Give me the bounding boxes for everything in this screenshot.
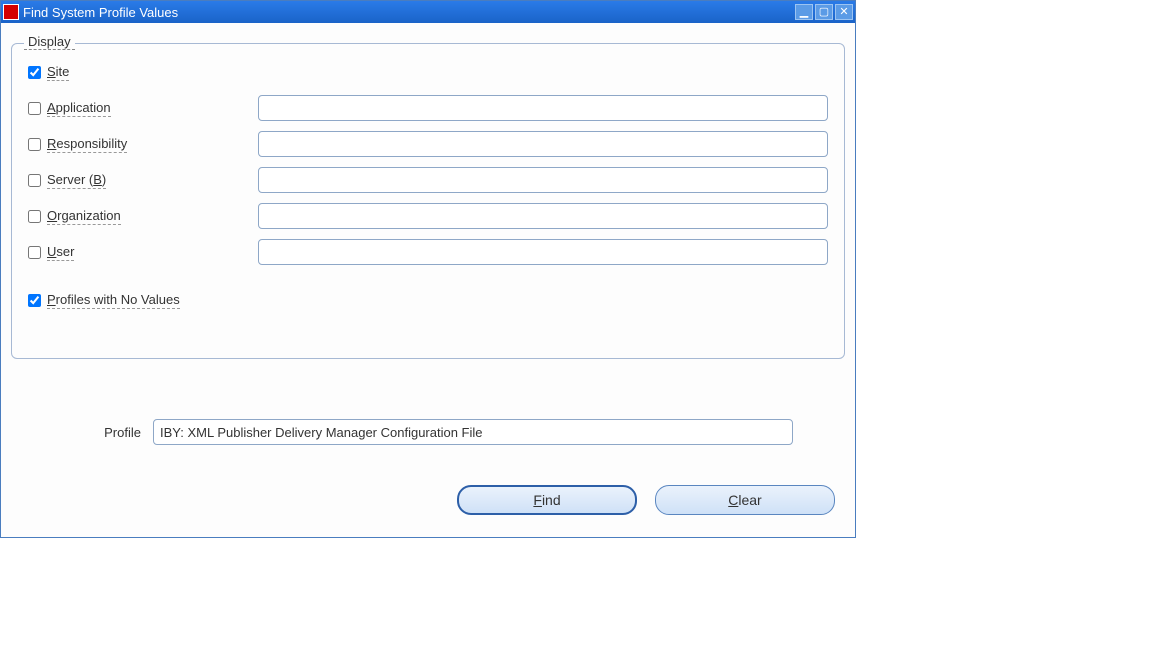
user-checkbox[interactable] (28, 246, 41, 259)
application-row: Application (28, 90, 828, 126)
display-legend: Display (24, 34, 75, 50)
application-checkbox[interactable] (28, 102, 41, 115)
clear-button[interactable]: Clear (655, 485, 835, 515)
window-title: Find System Profile Values (23, 5, 795, 20)
window-body: Display Site Application Responsibility (1, 23, 855, 537)
organization-row: Organization (28, 198, 828, 234)
user-input[interactable] (258, 239, 828, 265)
server-checkbox[interactable] (28, 174, 41, 187)
application-label: Application (47, 100, 111, 117)
site-row: Site (28, 54, 828, 90)
site-checkbox[interactable] (28, 66, 41, 79)
profiles-no-values-checkbox[interactable] (28, 294, 41, 307)
maximize-button[interactable]: ▢ (815, 4, 833, 20)
server-label: Server (B) (47, 172, 106, 189)
minimize-button[interactable]: ▁ (795, 4, 813, 20)
profiles-no-values-label: Profiles with No Values (47, 292, 180, 309)
display-group: Display Site Application Responsibility (11, 43, 845, 359)
responsibility-label: Responsibility (47, 136, 127, 153)
button-row: Find Clear (11, 485, 835, 515)
server-row: Server (B) (28, 162, 828, 198)
responsibility-row: Responsibility (28, 126, 828, 162)
profile-row: Profile (81, 419, 845, 445)
close-button[interactable]: ✕ (835, 4, 853, 20)
responsibility-checkbox[interactable] (28, 138, 41, 151)
titlebar: Find System Profile Values ▁ ▢ ✕ (1, 1, 855, 23)
site-label: Site (47, 64, 69, 81)
server-input[interactable] (258, 167, 828, 193)
user-row: User (28, 234, 828, 270)
window-controls: ▁ ▢ ✕ (795, 4, 853, 20)
organization-label: Organization (47, 208, 121, 225)
oracle-icon (3, 4, 19, 20)
profiles-no-values-row: Profiles with No Values (28, 282, 828, 318)
organization-checkbox[interactable] (28, 210, 41, 223)
profile-input[interactable] (153, 419, 793, 445)
profile-label: Profile (81, 425, 141, 440)
organization-input[interactable] (258, 203, 828, 229)
responsibility-input[interactable] (258, 131, 828, 157)
user-label: User (47, 244, 74, 261)
application-input[interactable] (258, 95, 828, 121)
find-system-profile-values-window: Find System Profile Values ▁ ▢ ✕ Display… (0, 0, 856, 538)
find-button[interactable]: Find (457, 485, 637, 515)
